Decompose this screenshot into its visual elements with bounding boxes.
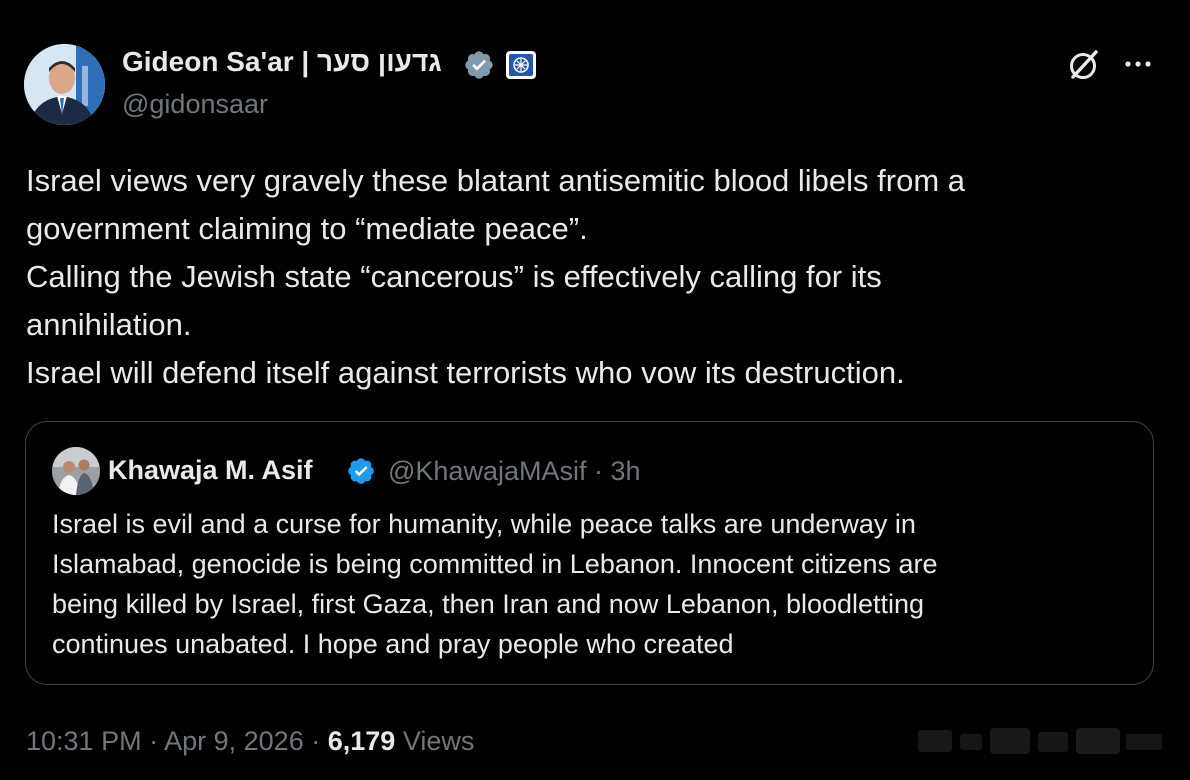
quoted-tweet-meta: @KhawajaMAsif · 3h — [388, 456, 641, 487]
tweet-text-line: annihilation. — [26, 307, 192, 342]
quoted-meta-separator: · — [594, 456, 603, 486]
more-options-icon[interactable] — [1120, 48, 1156, 80]
verified-badge-icon — [348, 458, 374, 484]
quoted-text-line: Israel is evil and a curse for humanity,… — [52, 509, 916, 539]
quoted-tweet-time[interactable]: 3h — [611, 456, 641, 486]
grok-icon[interactable] — [1064, 45, 1104, 85]
tweet-text-line: government claiming to “mediate peace”. — [26, 211, 588, 246]
footer-separator: · — [149, 726, 159, 756]
author-avatar-image — [24, 44, 105, 125]
author-avatar[interactable] — [24, 44, 105, 125]
quoted-author-name[interactable]: Khawaja M. Asif — [108, 455, 313, 486]
quoted-author-avatar[interactable] — [52, 447, 100, 495]
views-count[interactable]: 6,179 — [328, 726, 396, 756]
government-affiliation-icon — [506, 51, 536, 79]
tweet-time[interactable]: 10:31 PM — [26, 726, 142, 756]
footer-separator: · — [311, 726, 321, 756]
tweet-text-line: Israel will defend itself against terror… — [26, 355, 905, 390]
author-handle[interactable]: @gidonsaar — [122, 89, 268, 120]
quoted-tweet-text: Israel is evil and a curse for humanity,… — [52, 504, 1132, 664]
quoted-tweet-card[interactable]: Khawaja M. Asif @KhawajaMAsif · 3h Israe… — [25, 421, 1154, 685]
author-name[interactable]: Gideon Sa'ar | גדעון סער — [122, 46, 442, 78]
tweet-date[interactable]: Apr 9, 2026 — [164, 726, 304, 756]
quoted-text-line: Islamabad, genocide is being committed i… — [52, 549, 938, 579]
tweet-text: Israel views very gravely these blatant … — [26, 157, 1146, 397]
tweet-text-line: Calling the Jewish state “cancerous” is … — [26, 259, 882, 294]
quoted-text-line: continues unabated. I hope and pray peop… — [52, 629, 734, 659]
views-label: Views — [402, 726, 475, 756]
watermark-image — [918, 728, 1162, 754]
quoted-author-handle[interactable]: @KhawajaMAsif — [388, 456, 586, 486]
verified-badge-icon — [465, 51, 493, 79]
quoted-text-line: being killed by Israel, first Gaza, then… — [52, 589, 925, 619]
tweet-footer: 10:31 PM · Apr 9, 2026 · 6,179 Views — [26, 726, 474, 757]
tweet-text-line: Israel views very gravely these blatant … — [26, 163, 966, 198]
quoted-author-avatar-image — [52, 447, 100, 495]
